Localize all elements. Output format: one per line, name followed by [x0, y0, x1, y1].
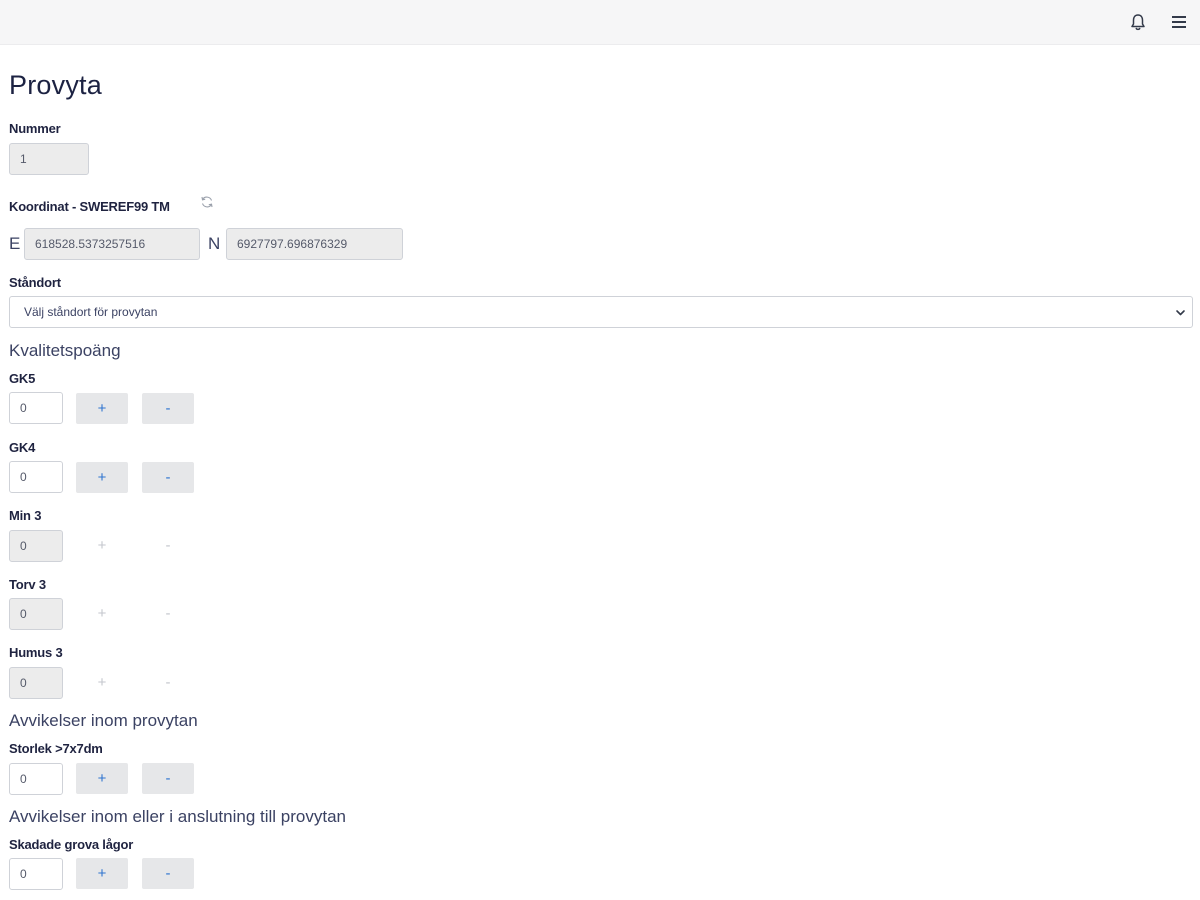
gk4-increment-button[interactable]: +	[76, 462, 128, 493]
chevron-down-icon	[1176, 310, 1185, 316]
gk5-input[interactable]: 0	[9, 392, 63, 424]
torv3-input: 0	[9, 598, 63, 630]
nummer-field: 1	[9, 143, 89, 175]
nummer-label: Nummer	[9, 121, 61, 136]
e-coordinate-prefix: E	[9, 234, 21, 253]
humus3-label: Humus 3	[9, 645, 63, 660]
min3-label: Min 3	[9, 508, 42, 523]
humus3-input: 0	[9, 667, 63, 699]
gk5-increment-button[interactable]: +	[76, 393, 128, 424]
skadade-increment-button[interactable]: +	[76, 858, 128, 889]
humus3-decrement-button: -	[165, 674, 171, 691]
standort-select[interactable]: Välj ståndort för provytan	[9, 296, 1193, 328]
gk4-decrement-button[interactable]: -	[142, 462, 194, 493]
n-coordinate-field: 6927797.696876329	[226, 228, 403, 260]
e-coordinate-field: 618528.5373257516	[24, 228, 200, 260]
skadade-decrement-button[interactable]: -	[142, 858, 194, 889]
storlek-decrement-button[interactable]: -	[142, 763, 194, 794]
coordinate-label: Koordinat - SWEREF99 TM	[9, 199, 170, 214]
avvikelser-anslutning-section-heading: Avvikelser inom eller i anslutning till …	[9, 807, 347, 826]
storlek-increment-button[interactable]: +	[76, 763, 128, 794]
min3-increment-button: +	[97, 537, 107, 554]
kvalitet-section-heading: Kvalitetspoäng	[9, 341, 121, 360]
skadade-input[interactable]: 0	[9, 858, 63, 890]
gk4-input[interactable]: 0	[9, 461, 63, 493]
bell-icon[interactable]	[1128, 12, 1148, 32]
standort-select-value: Välj ståndort för provytan	[24, 305, 158, 319]
standort-label: Ståndort	[9, 275, 61, 290]
n-coordinate-prefix: N	[208, 234, 221, 253]
storlek-label: Storlek >7x7dm	[9, 741, 103, 756]
refresh-icon[interactable]	[200, 195, 214, 209]
humus3-increment-button: +	[97, 674, 107, 691]
page-title: Provyta	[9, 70, 102, 100]
min3-decrement-button: -	[165, 537, 171, 554]
gk4-label: GK4	[9, 440, 36, 455]
storlek-input[interactable]: 0	[9, 763, 63, 795]
gk5-label: GK5	[9, 371, 36, 386]
top-bar	[0, 0, 1200, 45]
skadade-label: Skadade grova lågor	[9, 837, 134, 852]
torv3-decrement-button: -	[165, 605, 171, 622]
avvikelser-section-heading: Avvikelser inom provytan	[9, 711, 198, 730]
torv3-label: Torv 3	[9, 577, 46, 592]
hamburger-menu-icon[interactable]	[1169, 12, 1189, 32]
gk5-decrement-button[interactable]: -	[142, 393, 194, 424]
min3-input: 0	[9, 530, 63, 562]
torv3-increment-button: +	[97, 605, 107, 622]
